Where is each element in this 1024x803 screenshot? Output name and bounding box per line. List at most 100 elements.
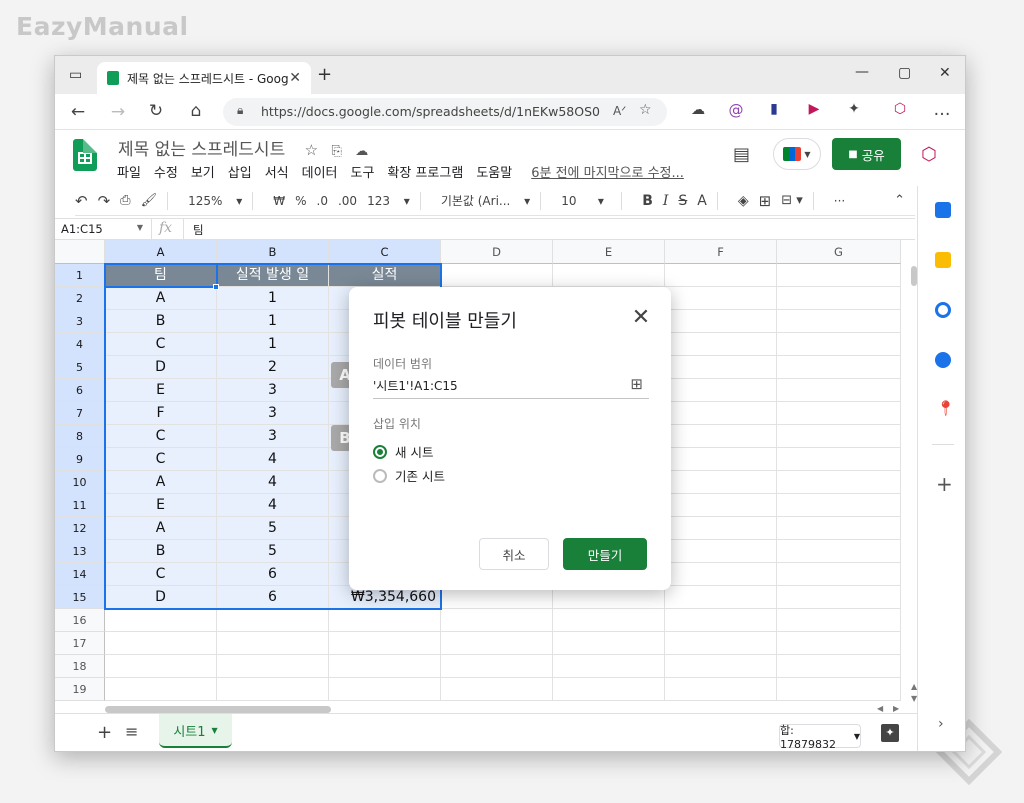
row-header[interactable]: 6	[55, 379, 105, 402]
cell[interactable]	[777, 379, 901, 402]
calendar-icon[interactable]	[935, 202, 951, 218]
last-edit-link[interactable]: 6분 전에 마지막으로 수정...	[531, 162, 684, 181]
cell[interactable]	[665, 310, 777, 333]
cell[interactable]	[777, 287, 901, 310]
merge-cells-icon[interactable]: ⊟ ▾	[781, 193, 803, 208]
reload-icon[interactable]: ↻	[143, 101, 169, 121]
cell[interactable]	[665, 517, 777, 540]
favorite-icon[interactable]: ☆	[639, 102, 652, 118]
maps-icon[interactable]: 📍︎	[936, 399, 955, 417]
document-title[interactable]: 제목 없는 스프레드시트 ☆ ⎘ ☁	[118, 135, 368, 160]
browser-tab[interactable]: 제목 없는 스프레드시트 - Google ✕	[97, 62, 311, 94]
table-cell[interactable]: 4	[217, 494, 329, 517]
font-select[interactable]: 기본값 (Ari... ▾	[441, 192, 530, 209]
cell[interactable]	[105, 678, 217, 701]
collapse-toolbar-icon[interactable]: ⌃	[894, 193, 905, 208]
text-color-icon[interactable]: A	[697, 193, 707, 209]
cell[interactable]	[777, 310, 901, 333]
column-header[interactable]: F	[665, 240, 777, 264]
cell[interactable]	[105, 632, 217, 655]
currency-format-button[interactable]: ₩	[273, 194, 285, 208]
more-options-icon[interactable]: ···	[834, 194, 845, 208]
cancel-button[interactable]: 취소	[479, 538, 549, 570]
cell[interactable]	[777, 494, 901, 517]
cell[interactable]	[777, 425, 901, 448]
cell[interactable]	[665, 448, 777, 471]
row-header[interactable]: 4	[55, 333, 105, 356]
cell[interactable]	[553, 264, 665, 287]
table-cell[interactable]: C	[105, 425, 217, 448]
row-header[interactable]: 12	[55, 517, 105, 540]
menu-item[interactable]: 보기	[191, 162, 215, 181]
table-cell[interactable]: C	[105, 563, 217, 586]
cell[interactable]	[665, 402, 777, 425]
cell[interactable]	[777, 333, 901, 356]
row-header[interactable]: 2	[55, 287, 105, 310]
table-cell[interactable]: D	[105, 356, 217, 379]
table-header-cell[interactable]: 팀	[105, 264, 217, 287]
row-header[interactable]: 17	[55, 632, 105, 655]
menu-item[interactable]: 도구	[351, 162, 375, 181]
cell[interactable]	[777, 517, 901, 540]
cell[interactable]	[665, 609, 777, 632]
row-header[interactable]: 19	[55, 678, 105, 701]
cell[interactable]	[665, 287, 777, 310]
row-header[interactable]: 10	[55, 471, 105, 494]
forward-icon[interactable]: →	[105, 102, 131, 122]
table-header-cell[interactable]: 실적 발생 일	[217, 264, 329, 287]
cell[interactable]	[441, 632, 553, 655]
table-cell[interactable]: 3	[217, 379, 329, 402]
borders-icon[interactable]: ⊞	[759, 192, 772, 210]
table-cell[interactable]: 3	[217, 425, 329, 448]
table-cell[interactable]: 4	[217, 448, 329, 471]
row-header[interactable]: 18	[55, 655, 105, 678]
column-header[interactable]: G	[777, 240, 901, 264]
sheets-logo-icon[interactable]	[73, 139, 97, 171]
cell[interactable]	[329, 655, 441, 678]
paint-format-icon[interactable]: 🖌︎	[141, 193, 158, 208]
undo-icon[interactable]: ↶	[75, 192, 88, 210]
table-cell[interactable]: F	[105, 402, 217, 425]
column-header[interactable]: C	[329, 240, 441, 264]
column-header[interactable]: D	[441, 240, 553, 264]
table-cell[interactable]: 1	[217, 287, 329, 310]
horizontal-scroll-thumb[interactable]	[105, 706, 331, 713]
bold-icon[interactable]: B	[642, 193, 653, 209]
minimize-icon[interactable]: —	[855, 64, 869, 80]
new-tab-icon[interactable]: +	[317, 64, 332, 85]
cell[interactable]	[777, 402, 901, 425]
cell[interactable]	[665, 425, 777, 448]
cell[interactable]	[777, 586, 901, 609]
cell[interactable]	[665, 632, 777, 655]
table-cell[interactable]: B	[105, 540, 217, 563]
row-header[interactable]: 11	[55, 494, 105, 517]
table-cell[interactable]: D	[105, 586, 217, 609]
url-box[interactable]: 🔒︎ https://docs.google.com/spreadsheets/…	[223, 98, 667, 126]
table-cell[interactable]: E	[105, 494, 217, 517]
cell[interactable]	[777, 655, 901, 678]
cell[interactable]	[441, 678, 553, 701]
back-icon[interactable]: ←	[65, 102, 91, 122]
decrease-decimal-button[interactable]: .0	[317, 194, 328, 208]
more-formats-select[interactable]: 123 ▾	[367, 194, 410, 208]
percent-format-button[interactable]: %	[295, 194, 306, 208]
table-cell[interactable]: 3	[217, 402, 329, 425]
print-icon[interactable]: ⎙	[120, 193, 130, 208]
cell[interactable]	[329, 632, 441, 655]
cell[interactable]	[665, 563, 777, 586]
cell[interactable]	[665, 356, 777, 379]
table-cell[interactable]: 1	[217, 333, 329, 356]
menu-item[interactable]: 데이터	[302, 162, 338, 181]
account-avatar-icon[interactable]: ⬡	[921, 144, 937, 165]
cell[interactable]	[217, 632, 329, 655]
cell[interactable]	[217, 609, 329, 632]
cell[interactable]	[777, 471, 901, 494]
italic-icon[interactable]: I	[663, 193, 669, 209]
cell[interactable]	[553, 632, 665, 655]
home-icon[interactable]: ⌂	[183, 101, 209, 121]
table-cell[interactable]: 5	[217, 517, 329, 540]
fill-color-icon[interactable]: ◈	[738, 193, 749, 209]
cell[interactable]	[665, 540, 777, 563]
menu-item[interactable]: 파일	[117, 162, 141, 181]
strikethrough-icon[interactable]: S	[678, 193, 687, 209]
